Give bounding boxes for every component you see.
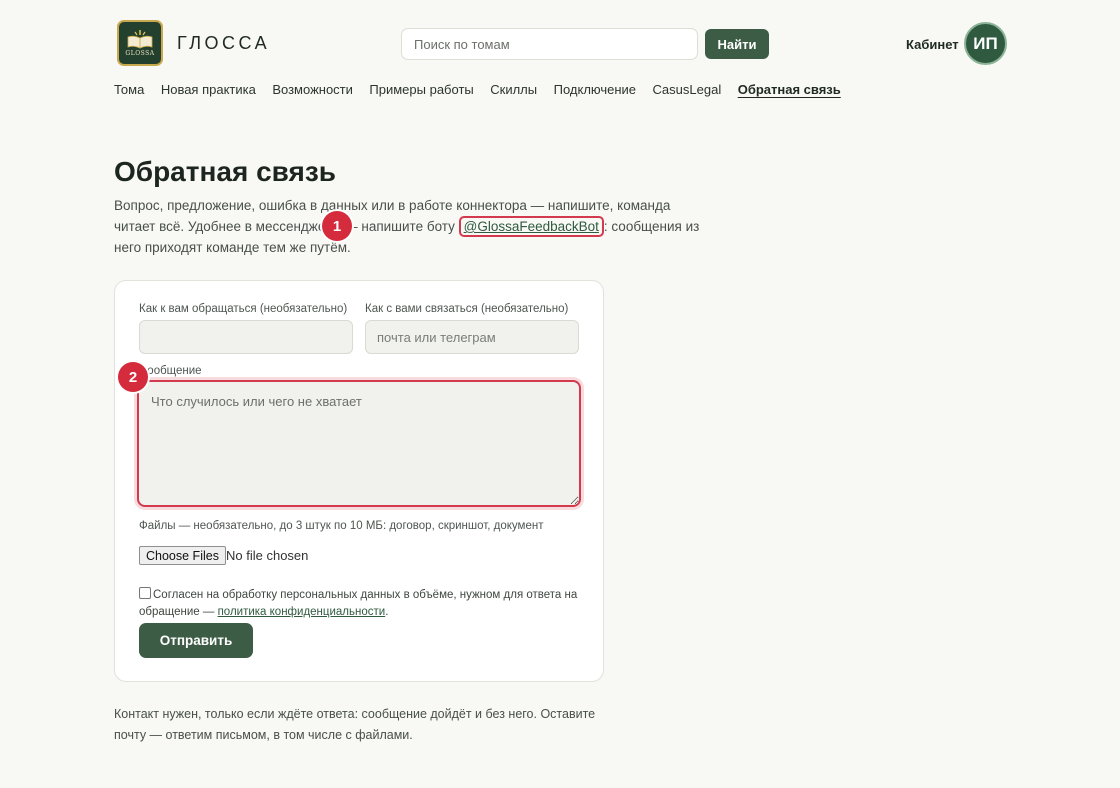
- files-note: Файлы — необязательно, до 3 штук по 10 М…: [139, 520, 544, 532]
- annotation-marker-1: 1: [322, 211, 352, 241]
- nav-item-casuslegal[interactable]: CasusLegal: [653, 82, 722, 97]
- logo-text: GLOSSA: [125, 50, 155, 57]
- feedback-bot-link[interactable]: @GlossaFeedbackBot: [458, 216, 604, 237]
- name-label: Как к вам обращаться (необязательно): [139, 303, 348, 315]
- intro-text: Вопрос, предложение, ошибка в данных или…: [114, 195, 714, 258]
- choose-files-button[interactable]: Choose Files: [139, 546, 226, 565]
- book-icon: [127, 30, 153, 49]
- nav-item-feedback[interactable]: Обратная связь: [738, 82, 841, 97]
- avatar[interactable]: ИП: [964, 22, 1007, 65]
- brand-name[interactable]: ГЛОССА: [177, 33, 270, 54]
- consent-checkbox[interactable]: [139, 587, 151, 599]
- message-label: Сообщение: [139, 365, 202, 377]
- submit-button[interactable]: Отправить: [139, 623, 253, 658]
- cabinet-link[interactable]: Кабинет: [906, 37, 959, 52]
- main-nav: Тома Новая практика Возможности Примеры …: [114, 82, 857, 97]
- nav-item-toma[interactable]: Тома: [114, 82, 144, 97]
- nav-item-examples[interactable]: Примеры работы: [369, 82, 473, 97]
- contact-label: Как с вами связаться (необязательно): [365, 303, 569, 315]
- page-title: Обратная связь: [114, 156, 336, 187]
- nav-item-skills[interactable]: Скиллы: [490, 82, 537, 97]
- nav-item-new-practice[interactable]: Новая практика: [161, 82, 256, 97]
- name-field[interactable]: [139, 320, 353, 354]
- privacy-policy-link[interactable]: политика конфиденциальности: [218, 606, 386, 618]
- contact-field[interactable]: [365, 320, 579, 354]
- logo[interactable]: GLOSSA: [117, 20, 163, 66]
- search-input[interactable]: [401, 28, 698, 60]
- nav-item-features[interactable]: Возможности: [272, 82, 353, 97]
- file-status: No file chosen: [226, 548, 309, 563]
- footer-note: Контакт нужен, только если ждёте ответа:…: [114, 707, 596, 742]
- search-button[interactable]: Найти: [705, 29, 769, 59]
- consent-text-end: .: [385, 606, 389, 618]
- consent-text: Согласен на обработку персональных данны…: [139, 587, 579, 621]
- annotation-marker-2: 2: [118, 362, 148, 392]
- message-field[interactable]: [137, 380, 581, 507]
- nav-item-connection[interactable]: Подключение: [554, 82, 636, 97]
